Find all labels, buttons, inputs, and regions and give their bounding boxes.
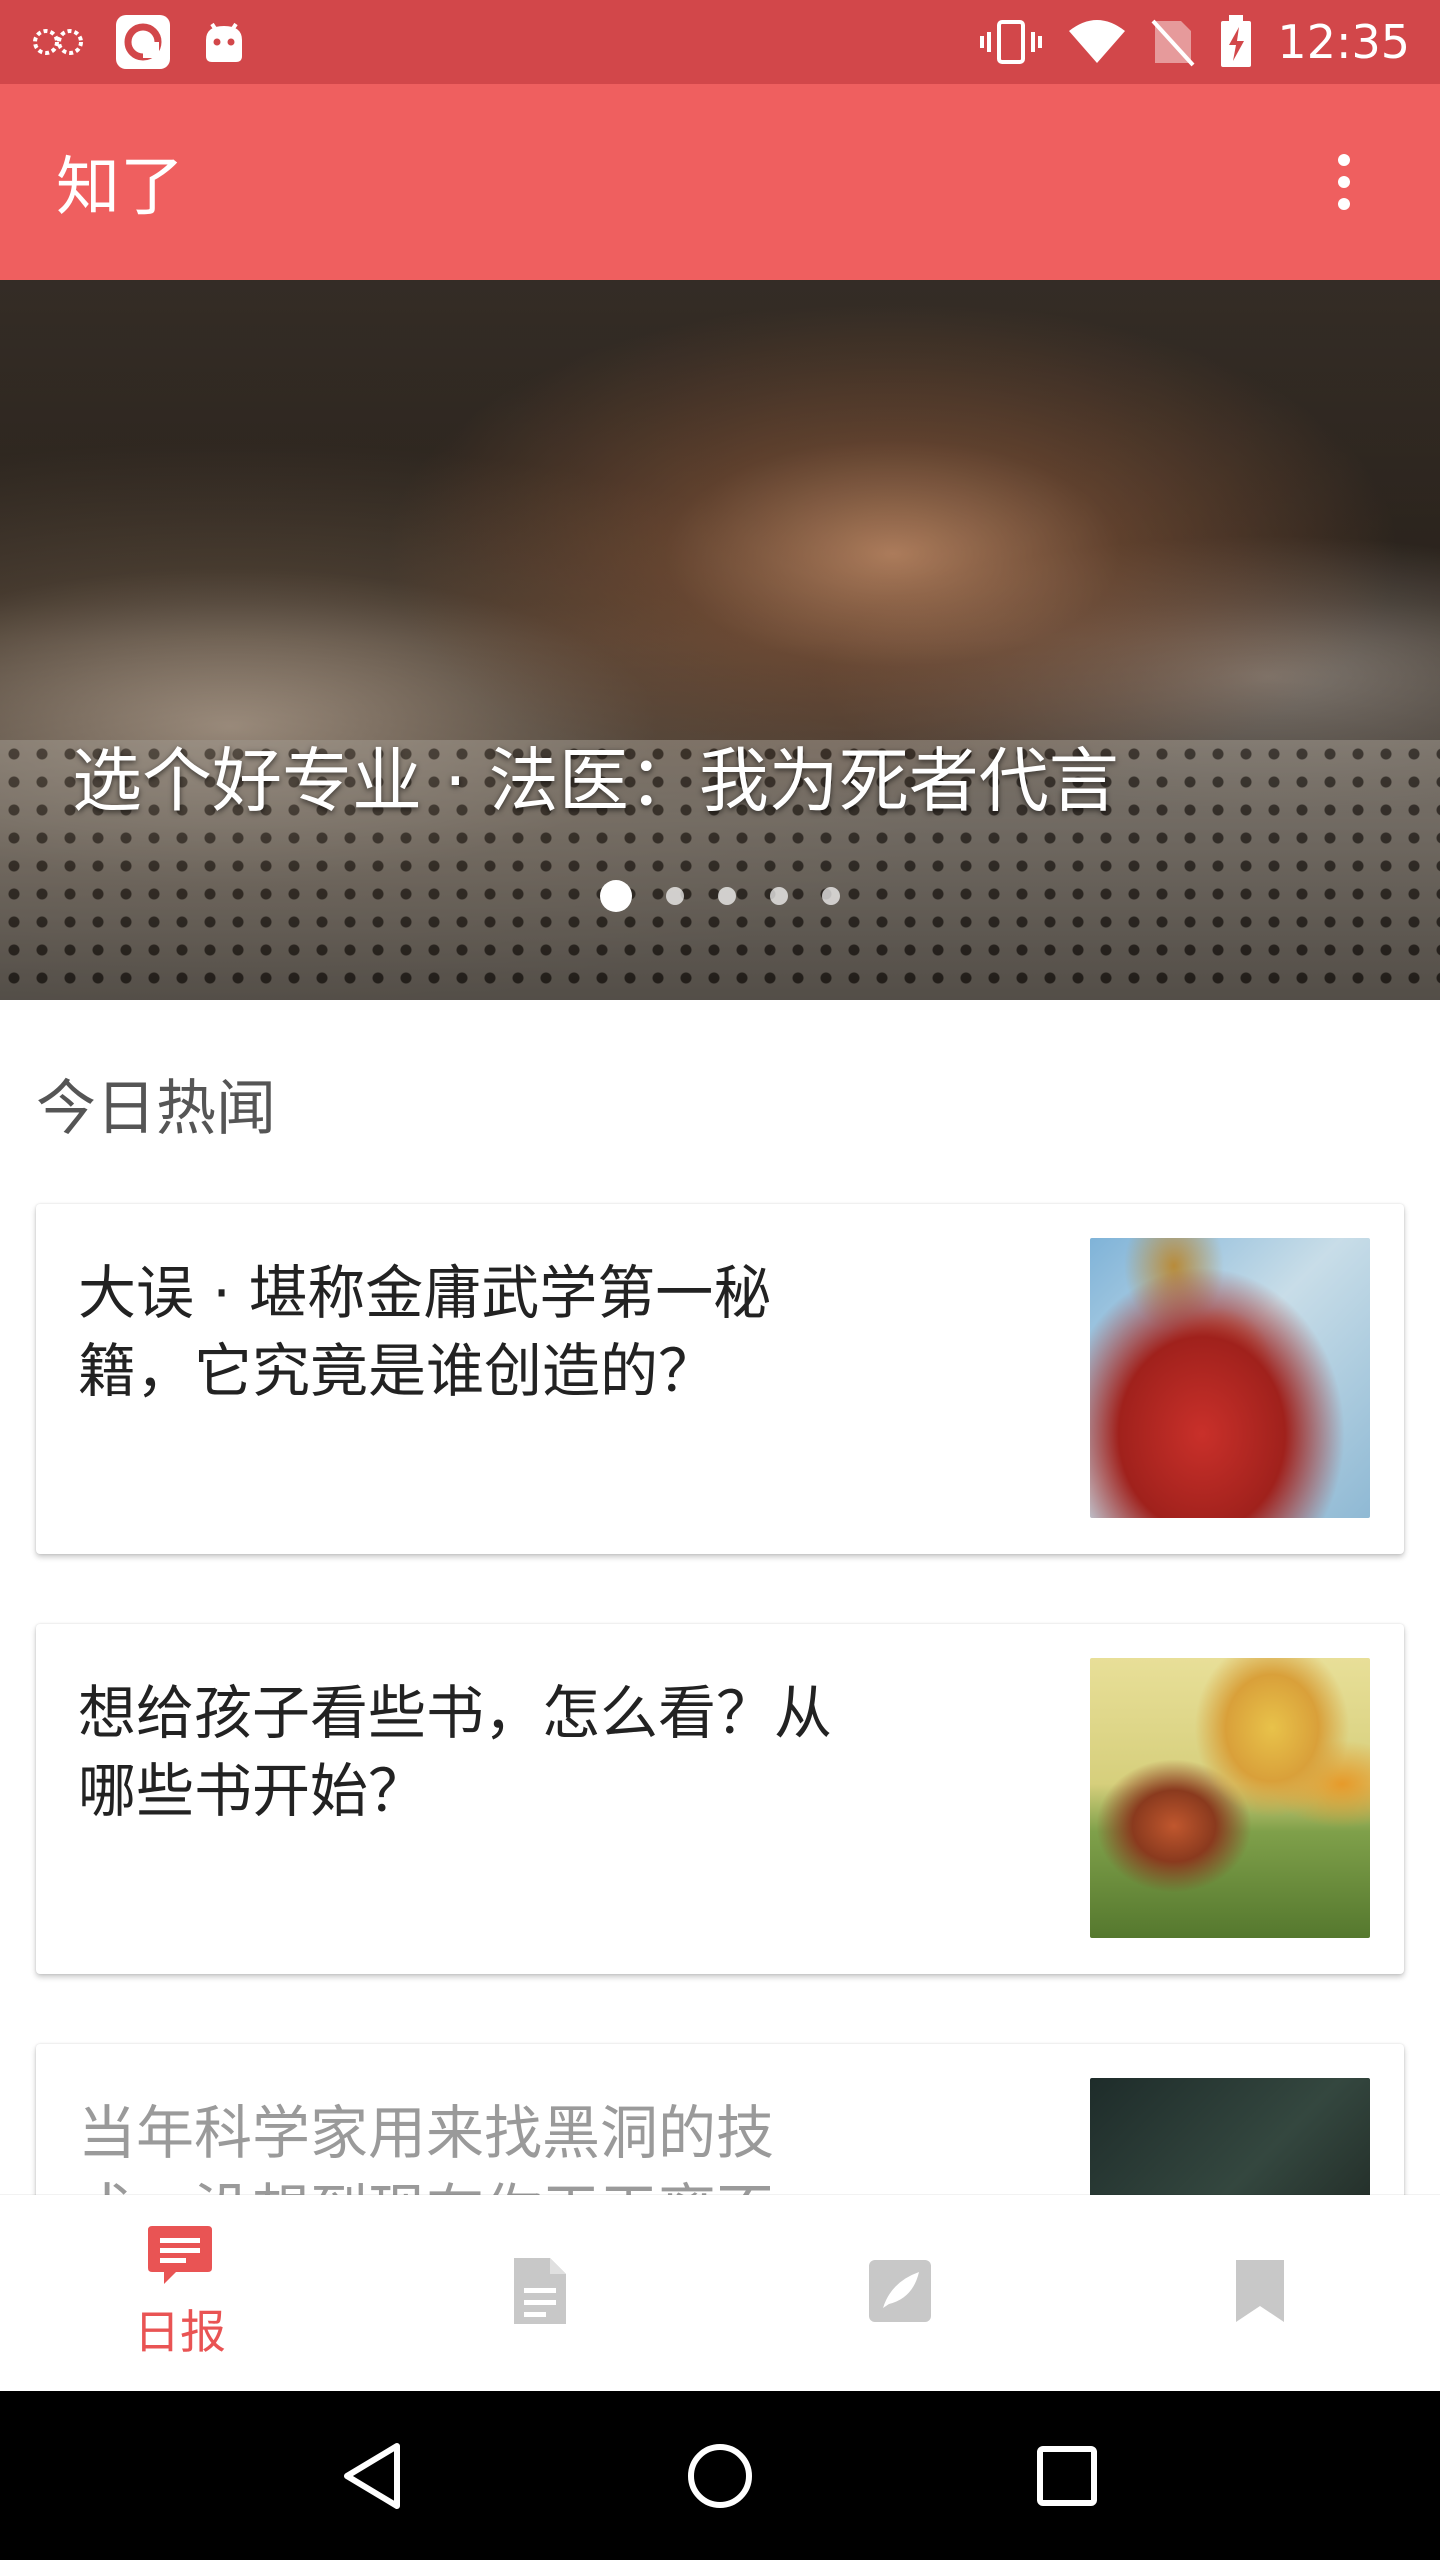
story-card[interactable]: 想给孩子看些书，怎么看？从哪些书开始？ — [36, 1624, 1404, 1974]
home-icon[interactable] — [660, 2416, 780, 2536]
nav-label: 日报 — [134, 2305, 226, 2359]
banner-pager-dots — [0, 880, 1440, 912]
overflow-dot — [1338, 176, 1350, 188]
overflow-dot — [1338, 154, 1350, 166]
section-title: 今日热闻 — [36, 1074, 276, 1144]
pager-dot[interactable] — [822, 887, 840, 905]
pager-dot-active[interactable] — [600, 880, 632, 912]
story-thumbnail — [1090, 1238, 1370, 1518]
back-icon[interactable] — [313, 2416, 433, 2536]
no-sim-icon — [1151, 17, 1195, 67]
battery-charging-icon — [1219, 15, 1253, 69]
document-icon — [510, 2254, 570, 2332]
edit-feather-icon — [867, 2258, 933, 2328]
nav-item-bookmarks[interactable] — [1080, 2195, 1440, 2391]
story-card[interactable]: 大误 · 堪称金庸武学第一秘籍，它究竟是谁创造的？ — [36, 1204, 1404, 1554]
story-title: 大误 · 堪称金庸武学第一秘籍，它究竟是谁创造的？ — [78, 1259, 772, 1405]
nav-item-daily[interactable]: 日报 — [0, 2195, 360, 2391]
vibrate-icon — [979, 18, 1043, 66]
pager-dot[interactable] — [718, 887, 736, 905]
status-right-icons: 12:35 — [979, 15, 1410, 69]
pager-dot[interactable] — [770, 887, 788, 905]
daily-news-icon — [146, 2224, 214, 2290]
story-title: 想给孩子看些书，怎么看？从哪些书开始？ — [78, 1679, 833, 1825]
system-navigation-bar — [0, 2391, 1440, 2560]
more-vert-icon[interactable] — [1304, 122, 1384, 242]
story-thumbnail — [1090, 2078, 1370, 2195]
nav-item-write[interactable] — [720, 2195, 1080, 2391]
app-q-icon — [114, 13, 172, 71]
status-time: 12:35 — [1277, 15, 1410, 69]
recents-icon[interactable] — [1007, 2416, 1127, 2536]
infinity-icon — [30, 22, 86, 62]
app-bar: 知了 — [0, 84, 1440, 280]
app-title: 知了 — [56, 151, 184, 225]
pager-dot[interactable] — [666, 887, 684, 905]
story-thumbnail — [1090, 1658, 1370, 1938]
story-title: 当年科学家用来找黑洞的技术，没想到现在你天天离不 — [78, 2099, 775, 2195]
bottom-navigation: 日报 — [0, 2195, 1440, 2391]
overflow-dot — [1338, 198, 1350, 210]
story-card[interactable]: 当年科学家用来找黑洞的技术，没想到现在你天天离不 — [36, 2044, 1404, 2195]
banner-title: 选个好专业 · 法医：我为死者代言 — [72, 740, 1119, 822]
nav-item-documents[interactable] — [360, 2195, 720, 2391]
status-bar: 12:35 — [0, 0, 1440, 84]
status-left-icons — [30, 13, 248, 71]
android-icon — [200, 18, 248, 66]
bookmark-icon — [1234, 2258, 1286, 2328]
wifi-icon — [1067, 19, 1127, 65]
story-list[interactable]: 大误 · 堪称金庸武学第一秘籍，它究竟是谁创造的？ 想给孩子看些书，怎么看？从哪… — [0, 1170, 1440, 2195]
